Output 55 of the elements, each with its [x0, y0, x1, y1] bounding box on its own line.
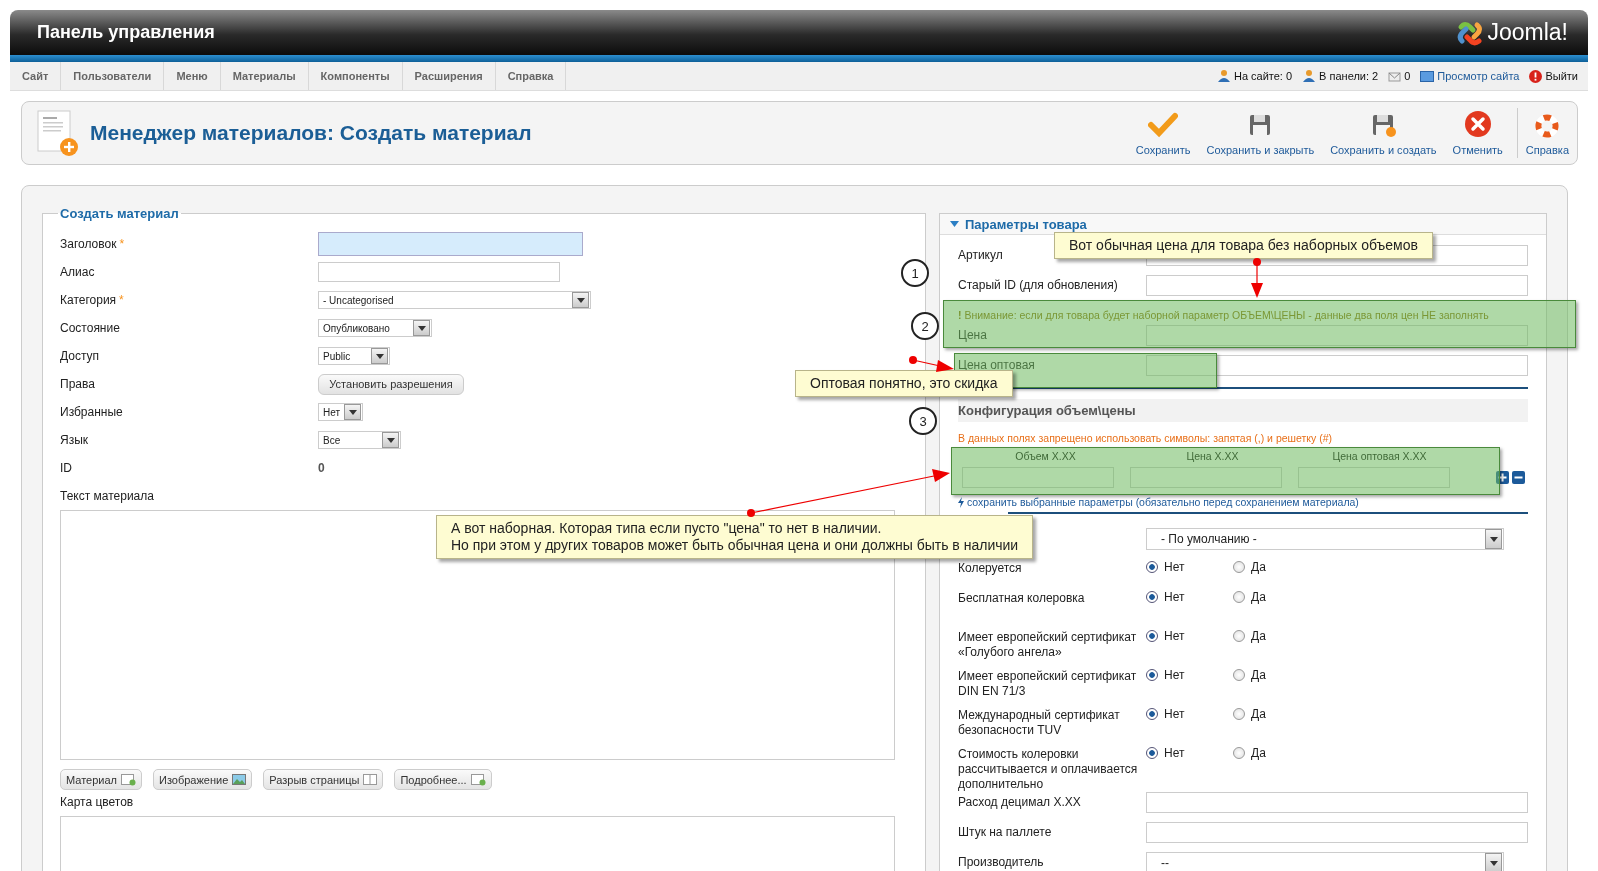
field-label: Международный сертификат безопасности TUV	[958, 708, 1120, 737]
field-label: Старый ID (для обновления)	[958, 278, 1118, 292]
fieldset-legend: Создать материал	[58, 206, 181, 221]
field-label: Заголовок	[60, 237, 117, 251]
field-label: ID	[60, 461, 72, 475]
column-header: Цена оптовая X.XX	[1331, 450, 1428, 462]
radio-label: Да	[1251, 707, 1266, 721]
page-title: Менеджер материалов: Создать материал	[90, 121, 532, 145]
radio-label: Нет	[1164, 560, 1185, 574]
field-label: Состояние	[60, 321, 120, 335]
field-label: Имеет европейский сертификат «Голубого ангела»	[958, 630, 1137, 659]
status-count: 0	[1404, 70, 1411, 82]
field-label: Имеет европейский сертификат DIN EN 71/3	[958, 669, 1137, 698]
field-label: Текст материала	[60, 489, 154, 503]
required-mark: *	[119, 237, 125, 251]
column-header: Цена X.XX	[1185, 450, 1240, 462]
radio-label: Да	[1251, 629, 1266, 643]
radio-label: Нет	[1164, 746, 1185, 760]
column-header: Объем X.XX	[1014, 450, 1077, 462]
field-label: Производитель	[958, 855, 1044, 869]
field-label: Избранные	[60, 405, 123, 419]
panel-title: Панель управления	[37, 22, 215, 43]
field-label: Язык	[60, 433, 89, 447]
field-label: Штук на паллете	[958, 825, 1052, 839]
status-count: На сайте: 0	[1233, 70, 1293, 82]
field-label: Цена оптовая	[958, 358, 1035, 372]
radio-label: Нет	[1164, 707, 1185, 721]
callout-tooltip: Вот обычная цена для товара без наборных объемов	[1054, 232, 1433, 259]
radio-label: Да	[1251, 560, 1266, 574]
callout-tooltip: Оптовая понятно, это скидка	[795, 370, 1013, 397]
field-label: Права	[60, 377, 95, 391]
field-label: Расход децимал X.XX	[958, 795, 1081, 809]
required-mark: *	[119, 293, 124, 307]
field-label: Стоимость колеровки рассчитывается и оплачивается дополнительно	[958, 747, 1138, 791]
note-text: В данных полях запрещено использовать символы: запятая (,) и решетку (#)	[958, 432, 1333, 444]
field-label: Артикул	[958, 248, 1003, 262]
status-count: В панели: 2	[1319, 70, 1379, 82]
field-label: Карта цветов	[60, 795, 134, 809]
field-label: Категория	[60, 293, 117, 307]
field-label: Доступ	[60, 349, 100, 363]
field-label: Алиас	[60, 265, 95, 279]
radio-label: Да	[1251, 590, 1266, 604]
field-label: Колеруется	[958, 561, 1022, 575]
radio-label: Нет	[1164, 590, 1185, 604]
section-heading: Конфигурация объем\цены	[958, 399, 1528, 422]
logo-text: Joomla!	[1487, 19, 1568, 46]
callout-tooltip: А вот наборная. Которая типа если пусто "цена" то нет в наличии. Но при этом у других товаров может быть обычная цена и они должны быть в наличии	[436, 515, 1034, 559]
radio-label: Да	[1251, 668, 1266, 682]
field-label: Бесплатная колеровка	[958, 591, 1085, 605]
radio-label: Нет	[1164, 668, 1185, 682]
id-value: 0	[318, 461, 325, 475]
field-label: Цена	[958, 328, 987, 342]
warning-text: ! Внимание: если для товара будет наборной параметр ОБЪЕМ\ЦЕНЫ - данные два поля цен НЕ заполнять	[958, 308, 1490, 323]
radio-label: Да	[1251, 746, 1266, 760]
radio-label: Нет	[1164, 629, 1185, 643]
